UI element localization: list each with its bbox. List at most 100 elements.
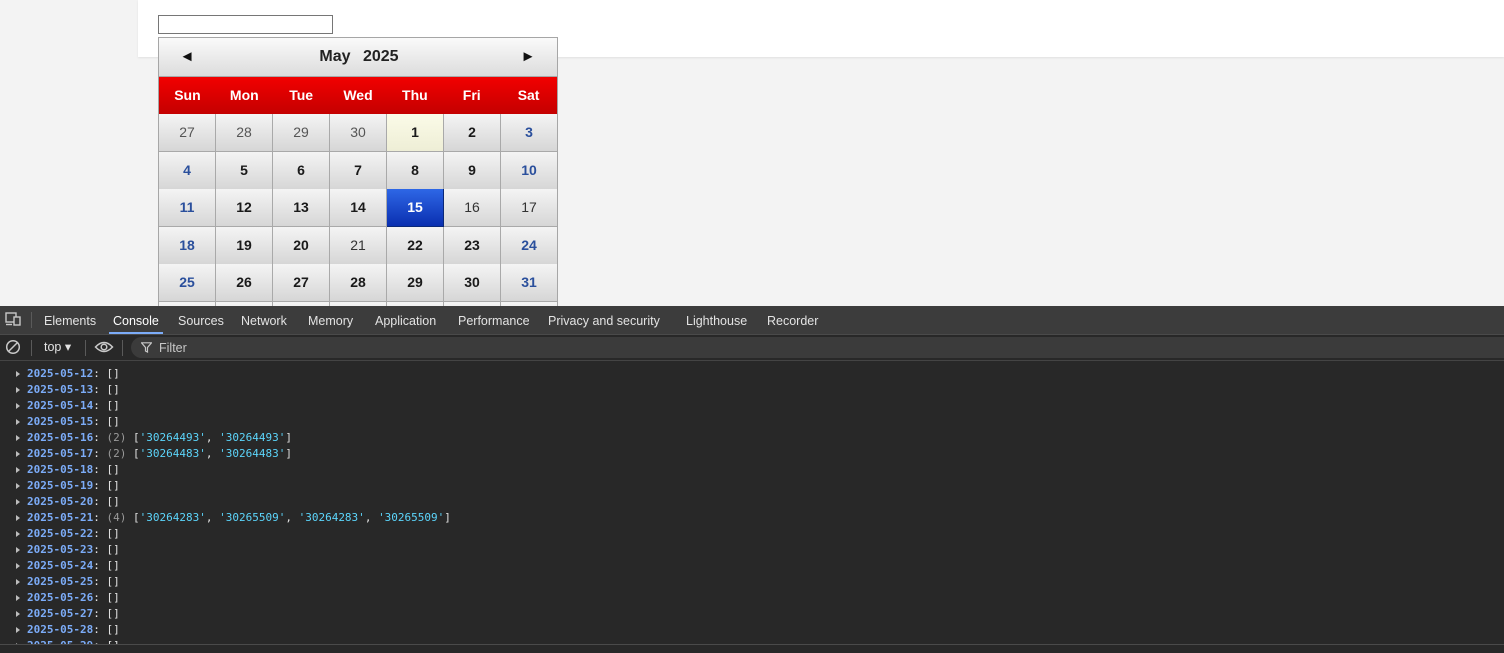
calendar-day[interactable]: 3 — [501, 114, 557, 152]
expand-triangle-icon[interactable] — [16, 371, 20, 377]
console-log-row[interactable]: 2025-05-21: (4) ['30264283', '30265509',… — [0, 510, 1504, 526]
calendar-day[interactable]: 18 — [159, 226, 216, 265]
expand-triangle-icon[interactable] — [16, 403, 20, 409]
expand-triangle-icon[interactable] — [16, 611, 20, 617]
calendar-day[interactable]: 28 — [330, 264, 387, 302]
calendar-day-today[interactable]: 1 — [387, 114, 444, 152]
calendar-day[interactable]: 20 — [273, 226, 330, 265]
calendar-day[interactable]: 12 — [216, 189, 273, 227]
tab-recorder[interactable]: Recorder — [767, 306, 818, 334]
log-key: 2025-05-17 — [27, 447, 94, 460]
expand-triangle-icon[interactable] — [16, 531, 20, 537]
expand-triangle-icon[interactable] — [16, 515, 20, 521]
console-log-row[interactable]: 2025-05-24: [] — [0, 558, 1504, 574]
expand-triangle-icon[interactable] — [16, 563, 20, 569]
calendar-day[interactable]: 5 — [216, 151, 273, 190]
calendar-day[interactable]: 10 — [501, 151, 557, 190]
console-log-row[interactable]: 2025-05-17: (2) ['30264483', '30264483'] — [0, 446, 1504, 462]
calendar-day[interactable]: 6 — [273, 151, 330, 190]
calendar-day[interactable]: 4 — [159, 151, 216, 190]
tab-sources[interactable]: Sources — [178, 306, 224, 334]
tab-performance[interactable]: Performance — [458, 306, 530, 334]
toolbar-separator — [85, 340, 86, 356]
calendar-day[interactable]: 27 — [273, 264, 330, 302]
console-log-row[interactable]: 2025-05-12: [] — [0, 366, 1504, 382]
log-key: 2025-05-19 — [27, 479, 94, 492]
tab-network[interactable]: Network — [241, 306, 287, 334]
calendar-day[interactable]: 19 — [216, 226, 273, 265]
next-month-button[interactable]: ► — [516, 46, 540, 68]
console-log-row[interactable]: 2025-05-25: [] — [0, 574, 1504, 590]
live-expression-eye-icon[interactable] — [94, 339, 114, 355]
console-log-row[interactable]: 2025-05-26: [] — [0, 590, 1504, 606]
expand-triangle-icon[interactable] — [16, 499, 20, 505]
log-array-length: (4) — [106, 511, 127, 524]
tab-application[interactable]: Application — [375, 306, 436, 334]
calendar-day[interactable]: 28 — [216, 114, 273, 152]
prev-month-button[interactable]: ◄ — [175, 46, 199, 68]
calendar-day[interactable]: 8 — [387, 151, 444, 190]
expand-triangle-icon[interactable] — [16, 483, 20, 489]
console-log-row[interactable]: 2025-05-16: (2) ['30264493', '30264493'] — [0, 430, 1504, 446]
tab-privacy-and-security[interactable]: Privacy and security — [548, 306, 660, 334]
context-selector[interactable]: top ▾ — [44, 335, 71, 360]
console-log-row[interactable]: 2025-05-13: [] — [0, 382, 1504, 398]
calendar-day[interactable]: 2 — [444, 114, 501, 152]
console-log-row[interactable]: 2025-05-28: [] — [0, 622, 1504, 638]
calendar-day[interactable]: 7 — [330, 151, 387, 190]
calendar-day[interactable]: 9 — [444, 151, 501, 190]
expand-triangle-icon[interactable] — [16, 451, 20, 457]
console-log-row[interactable]: 2025-05-20: [] — [0, 494, 1504, 510]
console-log-row[interactable]: 2025-05-27: [] — [0, 606, 1504, 622]
filter-box[interactable] — [131, 337, 1504, 358]
console-log-row[interactable]: 2025-05-14: [] — [0, 398, 1504, 414]
calendar-day[interactable]: 14 — [330, 189, 387, 227]
expand-triangle-icon[interactable] — [16, 419, 20, 425]
calendar-day[interactable]: 29 — [273, 114, 330, 152]
devtools-panel: Elements Console Sources Network Memory Appli… — [0, 306, 1504, 653]
calendar-day[interactable]: 17 — [501, 189, 557, 227]
date-input[interactable] — [158, 15, 333, 34]
calendar-day[interactable]: 13 — [273, 189, 330, 227]
log-entry-text: 2025-05-23: [] — [27, 543, 120, 556]
tab-memory[interactable]: Memory — [308, 306, 353, 334]
expand-triangle-icon[interactable] — [16, 595, 20, 601]
calendar-day[interactable]: 31 — [501, 264, 557, 302]
clear-console-icon[interactable] — [5, 339, 21, 355]
weekday-header: Thu — [402, 87, 428, 103]
console-log-row[interactable]: 2025-05-19: [] — [0, 478, 1504, 494]
calendar-day[interactable]: 24 — [501, 226, 557, 265]
calendar-day[interactable]: 30 — [330, 114, 387, 152]
calendar-day[interactable]: 26 — [216, 264, 273, 302]
expand-triangle-icon[interactable] — [16, 387, 20, 393]
log-key: 2025-05-28 — [27, 623, 94, 636]
tab-console[interactable]: Console — [109, 306, 163, 334]
console-log-row[interactable]: 2025-05-15: [] — [0, 414, 1504, 430]
calendar-day[interactable]: 30 — [444, 264, 501, 302]
console-log-row[interactable]: 2025-05-23: [] — [0, 542, 1504, 558]
calendar-day[interactable]: 27 — [159, 114, 216, 152]
calendar-day[interactable]: 16 — [444, 189, 501, 227]
expand-triangle-icon[interactable] — [16, 579, 20, 585]
filter-input[interactable] — [159, 337, 559, 358]
expand-triangle-icon[interactable] — [16, 467, 20, 473]
calendar-day[interactable]: 25 — [159, 264, 216, 302]
device-toggle-icon[interactable] — [5, 312, 21, 326]
log-entry-text: 2025-05-27: [] — [27, 607, 120, 620]
console-log-row[interactable]: 2025-05-22: [] — [0, 526, 1504, 542]
calendar-day-selected[interactable]: 15 — [387, 189, 444, 227]
weekday-header: Sun — [174, 87, 201, 103]
weekday-header: Mon — [229, 87, 259, 103]
console-log-row[interactable]: 2025-05-18: [] — [0, 462, 1504, 478]
tab-lighthouse[interactable]: Lighthouse — [686, 306, 747, 334]
expand-triangle-icon[interactable] — [16, 435, 20, 441]
calendar-day[interactable]: 23 — [444, 226, 501, 265]
log-key: 2025-05-21 — [27, 511, 94, 524]
expand-triangle-icon[interactable] — [16, 627, 20, 633]
calendar-day[interactable]: 21 — [330, 226, 387, 265]
calendar-day[interactable]: 29 — [387, 264, 444, 302]
calendar-day[interactable]: 22 — [387, 226, 444, 265]
expand-triangle-icon[interactable] — [16, 547, 20, 553]
calendar-day[interactable]: 11 — [159, 189, 216, 227]
tab-elements[interactable]: Elements — [44, 306, 96, 334]
